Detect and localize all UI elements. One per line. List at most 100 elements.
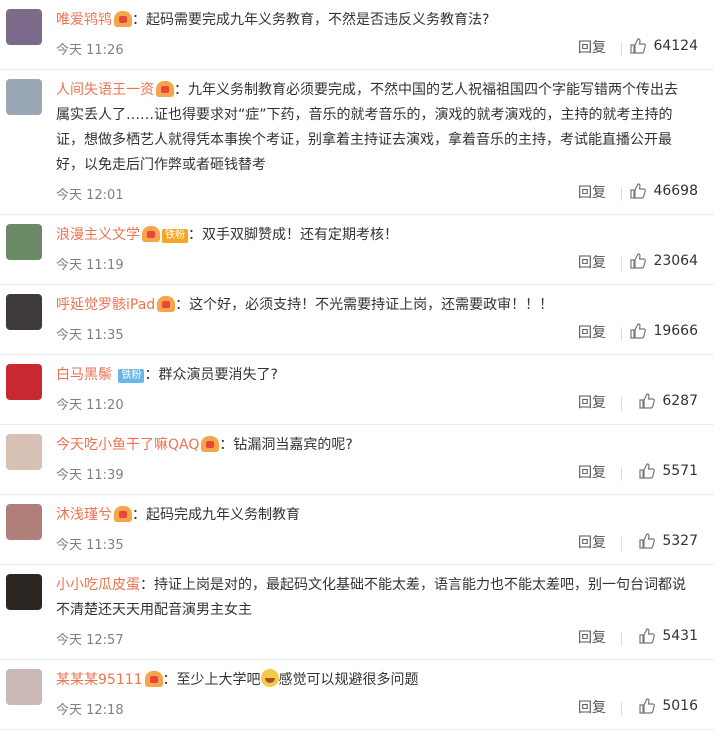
vip-badge-icon [144,671,163,687]
thumbs-up-icon [630,323,647,339]
comment-meta: 今天 11:19 回复 23064 [56,252,706,276]
reply-button[interactable]: 回复 [578,392,606,412]
comment-meta: 今天 11:20 回复 6287 [56,392,706,416]
thumbs-up-icon [639,628,656,644]
timestamp: 今天 11:35 [56,538,124,553]
like-button[interactable]: 19666 [629,322,698,340]
timestamp: 今天 11:19 [56,258,124,273]
divider [621,42,622,56]
username-link[interactable]: 沐浅瑾兮 [56,507,112,523]
thumbs-up-icon [639,463,656,479]
divider [621,537,622,551]
comment-item: 白马黑鬃 铁粉 ：群众演员要消失了? 今天 11:20 回复 6287 [0,355,714,425]
like-button[interactable]: 5571 [638,462,698,480]
divider [621,467,622,481]
like-count: 19666 [653,323,698,339]
comment-text-line: 呼延觉罗骸iPad ：这个好，必须支持！不光需要持证上岗，还需要政审！！！ [56,293,688,318]
comment-list: 唯爱鸨鸨 ：起码需要完成九年义务教育，不然是否违反义务教育法? 今天 11:26 … [0,0,714,730]
divider [621,257,622,271]
comment-text-after: 感觉可以规避很多问题 [278,672,419,688]
like-button[interactable]: 23064 [629,252,698,270]
vip-badge-icon [114,11,132,27]
divider [621,702,622,716]
comment-text: ：群众演员要消失了? [144,367,278,383]
like-count: 64124 [653,38,698,54]
username-link[interactable]: 某某某95111 [56,672,143,688]
comment-item: 小小吃瓜皮蛋：持证上岗是对的，最起码文化基础不能太差，语言能力也不能太差吧，别一… [0,565,714,660]
comment-text: ：持证上岗是对的，最起码文化基础不能太差，语言能力也不能太差吧，别一句台词都说不… [56,577,686,618]
reply-button[interactable]: 回复 [578,697,606,717]
comment-text-line: 人间失语王一资 ：九年义务制教育必须要完成，不然中国的艺人祝福祖国四个字能写错两个… [56,78,688,178]
thumbs-up-icon [639,533,656,549]
username-link[interactable]: 人间失语王一资 [56,82,154,98]
comment-item: 沐浅瑾兮 ：起码完成九年义务制教育 今天 11:35 回复 5327 [0,495,714,565]
comment-meta: 今天 11:39 回复 5571 [56,462,706,486]
laughing-emoji-icon [260,669,279,687]
like-count: 5016 [662,698,698,714]
divider [621,187,622,201]
fan-badge: 铁粉 [118,369,145,383]
like-button[interactable]: 5327 [638,532,698,550]
like-button[interactable]: 64124 [629,37,698,55]
avatar[interactable] [6,364,42,400]
vip-badge-icon [114,506,132,522]
reply-button[interactable]: 回复 [578,252,606,272]
comment-text-line: 浪漫主义文学 铁粉 ：双手双脚赞成！还有定期考核！ [56,223,688,248]
like-button[interactable]: 5016 [638,697,698,715]
comment-item: 某某某95111 ：至少上大学吧 感觉可以规避很多问题 今天 12:18 回复 50… [0,660,714,730]
like-count: 6287 [662,393,698,409]
comment-item: 浪漫主义文学 铁粉 ：双手双脚赞成！还有定期考核！ 今天 11:19 回复 2306… [0,215,714,285]
thumbs-up-icon [639,698,656,714]
timestamp: 今天 11:26 [56,43,124,58]
avatar[interactable] [6,79,42,115]
avatar[interactable] [6,294,42,330]
reply-button[interactable]: 回复 [578,322,606,342]
avatar[interactable] [6,574,42,610]
comment-text: ：起码需要完成九年义务教育，不然是否违反义务教育法? [132,12,490,28]
vip-badge-icon [142,226,160,242]
avatar[interactable] [6,434,42,470]
username-link[interactable]: 小小吃瓜皮蛋 [56,577,140,593]
avatar[interactable] [6,669,42,705]
reply-button[interactable]: 回复 [578,37,606,57]
thumbs-up-icon [630,38,647,54]
comment-meta: 今天 12:57 回复 5431 [56,627,706,651]
comment-text: ：双手双脚赞成！还有定期考核！ [188,227,398,243]
thumbs-up-icon [639,393,656,409]
divider [621,397,622,411]
username-link[interactable]: 白马黑鬃 [56,367,112,383]
fan-badge: 铁粉 [162,229,188,243]
comment-meta: 今天 12:01 回复 46698 [56,182,706,206]
thumbs-up-icon [630,253,647,269]
timestamp: 今天 12:18 [56,703,124,718]
reply-button[interactable]: 回复 [578,182,606,202]
username-link[interactable]: 唯爱鸨鸨 [56,12,112,28]
comment-text-line: 小小吃瓜皮蛋：持证上岗是对的，最起码文化基础不能太差，语言能力也不能太差吧，别一… [56,573,688,623]
comment-text-before: ：至少上大学吧 [162,672,261,688]
like-button[interactable]: 6287 [638,392,698,410]
reply-button[interactable]: 回复 [578,532,606,552]
divider [621,327,622,341]
timestamp: 今天 12:57 [56,633,124,648]
avatar[interactable] [6,224,42,260]
like-button[interactable]: 46698 [629,182,698,200]
like-count: 23064 [653,253,698,269]
like-count: 5327 [662,533,698,549]
thumbs-up-icon [630,183,647,199]
username-link[interactable]: 呼延觉罗骸iPad [56,297,155,313]
comment-text-line: 今天吃小鱼干了嘛QAQ ：钻漏洞当嘉宾的呢? [56,433,688,458]
reply-button[interactable]: 回复 [578,462,606,482]
like-button[interactable]: 5431 [638,627,698,645]
username-link[interactable]: 浪漫主义文学 [56,227,140,243]
username-link[interactable]: 今天吃小鱼干了嘛QAQ [56,437,199,453]
comment-text-line: 白马黑鬃 铁粉 ：群众演员要消失了? [56,363,688,388]
comment-item: 人间失语王一资 ：九年义务制教育必须要完成，不然中国的艺人祝福祖国四个字能写错两个… [0,70,714,215]
timestamp: 今天 11:35 [56,328,124,343]
comment-text-line: 唯爱鸨鸨 ：起码需要完成九年义务教育，不然是否违反义务教育法? [56,8,688,33]
comment-item: 今天吃小鱼干了嘛QAQ ：钻漏洞当嘉宾的呢? 今天 11:39 回复 5571 [0,425,714,495]
avatar[interactable] [6,9,42,45]
comment-text-line: 沐浅瑾兮 ：起码完成九年义务制教育 [56,503,688,528]
reply-button[interactable]: 回复 [578,627,606,647]
avatar[interactable] [6,504,42,540]
like-count: 46698 [653,183,698,199]
